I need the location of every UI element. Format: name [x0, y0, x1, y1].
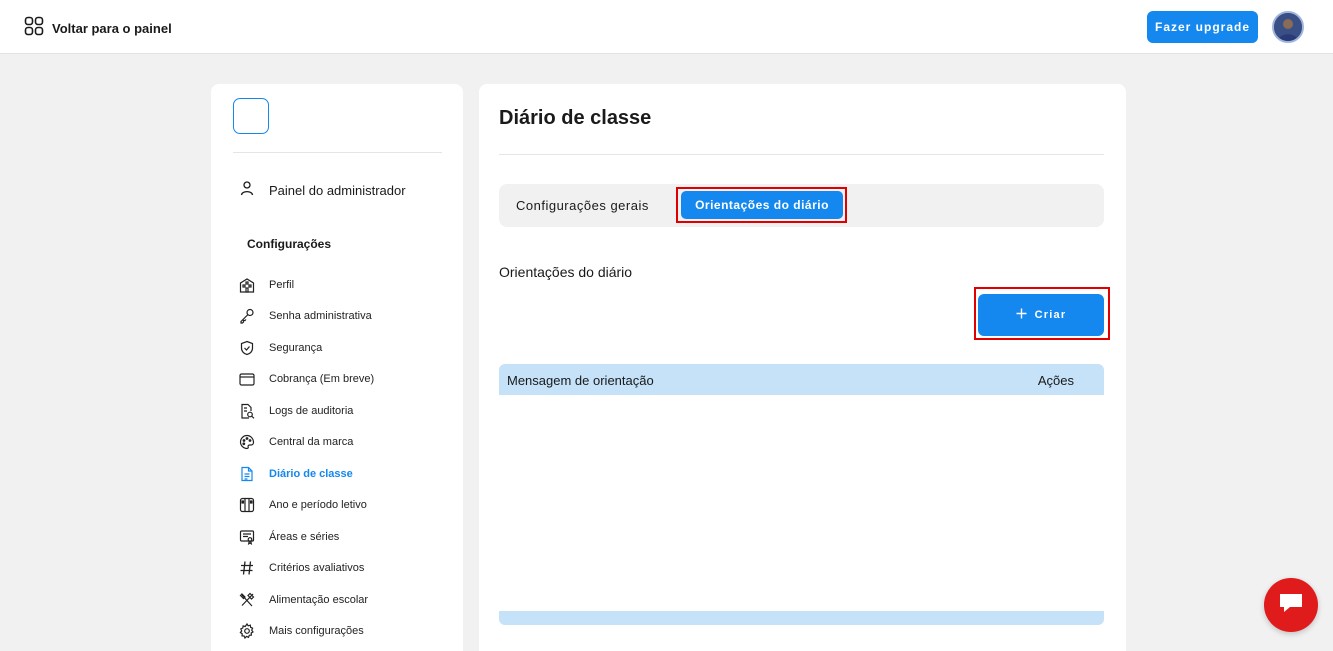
- tab-general-settings[interactable]: Configurações gerais: [516, 198, 649, 213]
- upgrade-button[interactable]: Fazer upgrade: [1147, 11, 1258, 43]
- hash-icon: [239, 560, 255, 576]
- sidebar-item-label: Central da marca: [269, 436, 354, 449]
- wallet-icon: [239, 371, 255, 387]
- section-title: Orientações do diário: [499, 264, 633, 280]
- admin-panel-link[interactable]: Painel do administrador: [239, 180, 406, 201]
- document-search-icon: [239, 403, 255, 419]
- grid-icon: [24, 16, 44, 41]
- sidebar-divider: [233, 152, 442, 153]
- chat-button[interactable]: [1264, 578, 1318, 632]
- tab-diary-guidelines[interactable]: Orientações do diário: [681, 191, 843, 219]
- sidebar-item-label: Mais configurações: [269, 625, 364, 638]
- avatar[interactable]: [1272, 11, 1304, 43]
- back-to-dashboard-link[interactable]: Voltar para o painel: [24, 16, 172, 41]
- chat-bubble-icon: [1278, 591, 1304, 620]
- sidebar-item-label: Logs de auditoria: [269, 404, 354, 417]
- sidebar-item-label: Perfil: [269, 278, 295, 291]
- plus-icon: [1016, 308, 1027, 322]
- back-label: Voltar para o painel: [52, 21, 172, 36]
- certificate-icon: [239, 529, 255, 545]
- key-icon: [239, 308, 255, 324]
- calendar-columns-icon: [239, 497, 255, 513]
- sidebar-item-label: Critérios avaliativos: [269, 562, 365, 575]
- sidebar-item-label: Áreas e séries: [269, 530, 340, 543]
- sidebar-item-label: Senha administrativa: [269, 310, 372, 323]
- document-icon: [239, 466, 255, 482]
- palette-icon: [239, 434, 255, 450]
- column-header-message: Mensagem de orientação: [507, 373, 654, 388]
- logo-placeholder: [233, 98, 269, 134]
- sidebar: Painel do administrador Configurações Pe…: [211, 84, 463, 651]
- sidebar-item-mais-configuracoes[interactable]: Mais configurações: [239, 616, 454, 648]
- page-title: Diário de classe: [499, 107, 652, 129]
- sidebar-item-label: Segurança: [269, 341, 323, 354]
- column-header-actions: Ações: [1037, 373, 1074, 388]
- table-header: Mensagem de orientação Ações: [499, 364, 1104, 395]
- create-label: Criar: [1034, 309, 1067, 321]
- utensils-icon: [239, 592, 255, 608]
- top-bar: Voltar para o painel Fazer upgrade: [0, 0, 1333, 54]
- sidebar-item-central-da-marca[interactable]: Central da marca: [239, 427, 454, 459]
- title-divider: [499, 154, 1104, 155]
- sidebar-item-label: Alimentação escolar: [269, 593, 369, 606]
- sidebar-item-criterios-avaliativos[interactable]: Critérios avaliativos: [239, 553, 454, 585]
- sidebar-item-perfil[interactable]: Perfil: [239, 269, 454, 301]
- sidebar-item-diario-de-classe[interactable]: Diário de classe: [239, 458, 454, 490]
- sidebar-item-label: Cobrança (Em breve): [269, 373, 375, 386]
- table-footer: [499, 611, 1104, 625]
- sidebar-item-ano-e-periodo-letivo[interactable]: Ano e período letivo: [239, 490, 454, 522]
- settings-nav: Perfil Senha administrativa Segurança Co…: [239, 269, 454, 647]
- user-icon: [239, 180, 255, 201]
- sidebar-item-alimentacao-escolar[interactable]: Alimentação escolar: [239, 584, 454, 616]
- sidebar-item-label: Ano e período letivo: [269, 499, 367, 512]
- gear-icon: [239, 623, 255, 640]
- sidebar-item-areas-e-series[interactable]: Áreas e séries: [239, 521, 454, 553]
- settings-section-label: Configurações: [247, 237, 332, 251]
- sidebar-item-label: Diário de classe: [269, 467, 353, 480]
- sidebar-item-seguranca[interactable]: Segurança: [239, 332, 454, 364]
- tab-bar: Configurações gerais Orientações do diár…: [499, 184, 1104, 227]
- sidebar-item-cobranca[interactable]: Cobrança (Em breve): [239, 364, 454, 396]
- admin-panel-label: Painel do administrador: [269, 183, 406, 198]
- sidebar-item-senha-administrativa[interactable]: Senha administrativa: [239, 301, 454, 333]
- shield-icon: [239, 340, 255, 356]
- main-panel: Diário de classe Configurações gerais Or…: [479, 84, 1126, 651]
- sidebar-item-logs-de-auditoria[interactable]: Logs de auditoria: [239, 395, 454, 427]
- create-button[interactable]: Criar: [978, 294, 1104, 336]
- building-icon: [239, 277, 255, 293]
